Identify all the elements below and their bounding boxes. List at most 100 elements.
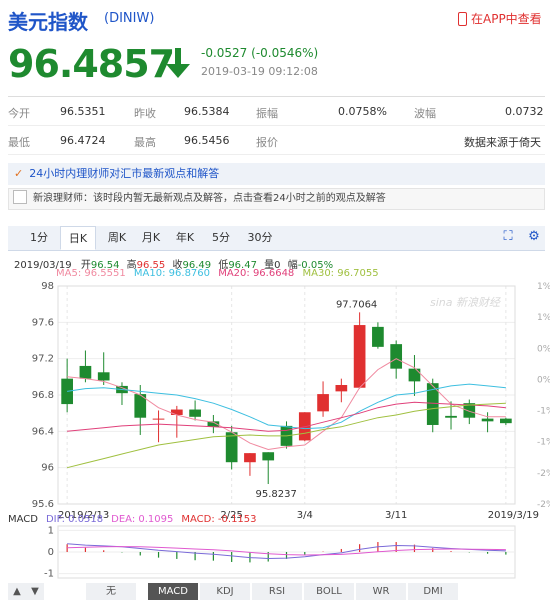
pct-tick-label: -1%: [537, 407, 550, 417]
tab-yearly[interactable]: 年K: [168, 226, 202, 250]
high-annotation: 97.7064: [336, 299, 377, 310]
indicator-kdj[interactable]: KDJ: [200, 583, 251, 600]
current-price: 96.4857: [8, 42, 175, 86]
indicator-rsi[interactable]: RSI: [252, 583, 303, 600]
stat-label: 最低: [8, 136, 30, 149]
advisor-notice-text: 新浪理财师：该时段内暂无最新观点及解答，点击查看24小时之前的观点及解答: [33, 193, 386, 204]
stat-value: 0.0732: [505, 105, 544, 118]
low-annotation: 95.8237: [256, 489, 297, 500]
watermark: sina 新浪财经: [430, 296, 501, 309]
quote-timestamp: 2019-03-19 09:12:08: [201, 65, 318, 78]
y-tick-label: 96: [41, 463, 54, 474]
candle-body: [317, 394, 329, 412]
tab-weekly[interactable]: 周K: [100, 226, 134, 250]
x-tick-label: 3/4: [297, 510, 313, 521]
fullscreen-icon[interactable]: ⛶: [501, 230, 515, 244]
stat-label: 今开: [8, 107, 30, 120]
candle-body: [408, 368, 421, 382]
y-tick-label: 97.2: [32, 354, 54, 365]
data-source: 数据来源于倚天: [464, 136, 541, 149]
indicator-boll[interactable]: BOLL: [304, 583, 355, 600]
y-tick-label: 96.4: [32, 426, 54, 437]
check-pen-icon: ✓: [14, 167, 24, 180]
candle-body: [445, 415, 457, 418]
indicator-dmi[interactable]: DMI: [408, 583, 459, 600]
stat-label: 最高: [134, 136, 156, 149]
pct-tick-label: -2%: [537, 469, 550, 479]
y-tick-label: 96.8: [32, 390, 54, 401]
candle-body: [262, 452, 275, 461]
pct-tick-label: 1%: [537, 282, 550, 292]
kline-chart[interactable]: 98 97.6 97.2 96.8 96.4 96 95.6 1% 1% 0% 0% -1% -1% -2…: [0, 278, 550, 583]
candle-body: [79, 365, 92, 379]
macd-legend-macd: MACD: -0.1153: [181, 514, 256, 525]
price-change: -0.0527 (-0.0546%): [201, 46, 319, 60]
pct-tick-label: 0%: [537, 344, 550, 354]
candle-body: [97, 372, 110, 381]
settings-icon[interactable]: ⚙: [527, 230, 541, 244]
macd-legend-dif: DIF: 0.0518: [46, 514, 103, 525]
macd-y-tick-label: -1: [44, 569, 54, 580]
period-tabs: 1分 日K 周K 月K 年K 5分 30分 ⛶ ⚙: [8, 226, 545, 251]
stats-row-1: 今开 96.5351 昨收 96.5384 振幅 0.0758% 波幅 0.07…: [8, 97, 545, 126]
tab-1min[interactable]: 1分: [22, 226, 56, 250]
stat-value: 0.0758%: [338, 105, 387, 118]
indicator-macd[interactable]: MACD: [148, 583, 199, 600]
candle-body: [390, 344, 403, 369]
indicator-none[interactable]: 无: [86, 583, 137, 600]
candle-body: [170, 409, 183, 415]
phone-icon: [458, 12, 467, 26]
candle-body: [335, 385, 348, 392]
macd-y-tick-label: 0: [48, 547, 54, 558]
advisor-notice[interactable]: 新浪理财师：该时段内暂无最新观点及解答，点击查看24小时之前的观点及解答: [8, 188, 545, 210]
tab-30min[interactable]: 30分: [240, 226, 280, 250]
advisor-banner[interactable]: ✓ 24小时内理财师对汇市最新观点和解答: [8, 163, 545, 185]
scroll-up-icon[interactable]: ▲: [8, 583, 27, 600]
advisor-banner-text: 24小时内理财师对汇市最新观点和解答: [29, 167, 220, 180]
tab-monthly[interactable]: 月K: [134, 226, 168, 250]
stats-table: 今开 96.5351 昨收 96.5384 振幅 0.0758% 波幅 0.07…: [8, 96, 545, 155]
y-tick-label: 98: [41, 281, 54, 292]
candle-body: [481, 418, 494, 422]
stat-value: 96.4724: [60, 134, 106, 147]
stat-label: 振幅: [256, 107, 278, 120]
candle-body: [244, 453, 256, 463]
stat-value: 96.5456: [184, 134, 230, 147]
candle-body: [372, 326, 384, 347]
open-in-app-label: 在APP中查看: [471, 12, 542, 26]
avatar: [13, 190, 27, 204]
stat-label: 报价: [256, 136, 278, 149]
indicator-tabs: ▲ ▼ 无 MACD KDJ RSI BOLL WR DMI: [8, 583, 545, 600]
pct-tick-label: 0%: [537, 375, 550, 385]
indicator-wr[interactable]: WR: [356, 583, 407, 600]
stat-label: 昨收: [134, 107, 156, 120]
instrument-title: 美元指数: [8, 10, 88, 34]
macd-y-tick-label: 1: [48, 525, 54, 536]
x-tick-label: 3/11: [385, 510, 407, 521]
candle-body: [500, 418, 512, 424]
stat-value: 96.5351: [60, 105, 106, 118]
open-in-app-link[interactable]: 在APP中查看: [458, 10, 542, 27]
macd-legend: MACD DIF: 0.0518 DEA: 0.1095 MACD: -0.1153: [8, 514, 257, 525]
scroll-down-icon[interactable]: ▼: [26, 583, 45, 600]
tab-daily[interactable]: 日K: [60, 226, 96, 250]
macd-legend-label: MACD: [8, 514, 38, 525]
tab-5min[interactable]: 5分: [204, 226, 238, 250]
pct-tick-label: -1%: [537, 438, 550, 448]
instrument-code: (DINIW): [104, 11, 155, 26]
candle-body: [189, 409, 201, 417]
candle-body: [353, 325, 366, 388]
pct-tick-label: -2%: [537, 500, 550, 510]
y-tick-label: 97.6: [32, 317, 54, 328]
ma30-line: [66, 402, 506, 469]
y-tick-label: 95.6: [32, 499, 54, 510]
stat-value: 96.5384: [184, 105, 230, 118]
down-arrow-icon: [166, 48, 190, 78]
pct-tick-label: 1%: [537, 313, 550, 323]
x-tick-label: 2019/3/19: [488, 510, 539, 521]
stats-row-2: 最低 96.4724 最高 96.5456 报价 数据来源于倚天: [8, 126, 545, 155]
candle-body: [152, 418, 165, 420]
candle-body: [225, 432, 238, 463]
macd-legend-dea: DEA: 0.1095: [111, 514, 173, 525]
stat-label: 波幅: [414, 107, 436, 120]
